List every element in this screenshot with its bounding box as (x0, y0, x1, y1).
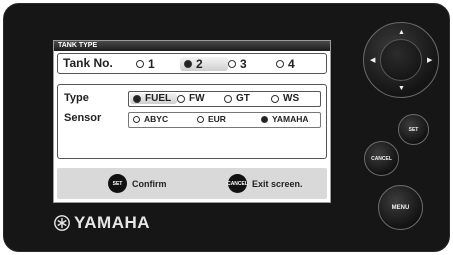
type-option-fw[interactable]: FW (177, 93, 224, 104)
brand-name: YAMAHA (74, 213, 151, 232)
radio-dot-icon (224, 94, 232, 103)
type-option-fuel[interactable]: FUEL (130, 93, 177, 104)
arrow-up-icon[interactable]: ▲ (398, 29, 405, 36)
tank-option-2[interactable]: 2 (180, 57, 228, 71)
type-options: FUEL FW GT WS (130, 93, 318, 104)
cancel-button-icon: CANCEL (227, 174, 248, 193)
tank-number-label: Tank No. (63, 56, 113, 70)
display-screen: TANK TYPE Tank No. 1 2 3 4 Type FUEL FW … (53, 40, 331, 203)
tank-number-row: Tank No. 1 2 3 4 (57, 53, 327, 74)
radio-dot-icon (177, 94, 185, 103)
yamaha-logo: YAMAHA (54, 213, 150, 233)
type-selector: FUEL FW GT WS (128, 91, 321, 107)
dpad-center-button[interactable] (380, 39, 422, 81)
sensor-option-abyc[interactable]: ABYC (133, 114, 197, 124)
type-option-label: FUEL (145, 93, 172, 104)
sensor-option-eur[interactable]: EUR (197, 114, 261, 124)
exit-hint: CANCEL Exit screen. (227, 174, 303, 193)
type-option-gt[interactable]: GT (224, 93, 271, 104)
exit-hint-label: Exit screen. (252, 178, 303, 189)
sensor-option-label: EUR (208, 114, 226, 124)
arrow-right-icon[interactable]: ▶ (427, 57, 432, 64)
menu-button[interactable]: MENU (378, 185, 423, 230)
radio-dot-selected-icon (261, 115, 268, 123)
sensor-selector: ABYC EUR YAMAHA (128, 112, 321, 128)
tank-option-label: 1 (148, 57, 155, 71)
tank-option-label: 4 (288, 57, 295, 71)
arrow-left-icon[interactable]: ◀ (370, 57, 375, 64)
sensor-option-yamaha[interactable]: YAMAHA (261, 114, 325, 124)
radio-dot-icon (228, 60, 236, 68)
tank-option-4[interactable]: 4 (276, 57, 324, 71)
sensor-option-label: ABYC (144, 114, 169, 124)
tank-option-3[interactable]: 3 (228, 57, 276, 71)
cancel-button[interactable]: CANCEL (364, 141, 399, 176)
type-option-label: WS (283, 93, 300, 104)
screen-title: TANK TYPE (54, 41, 330, 51)
radio-dot-icon (133, 115, 140, 123)
directional-pad[interactable]: ▲ ▼ ◀ ▶ (363, 22, 439, 98)
radio-dot-icon (271, 94, 279, 103)
sensor-option-label: YAMAHA (272, 114, 309, 124)
settings-box: Type FUEL FW GT WS Sensor ABYC EUR YAMAH… (57, 84, 327, 159)
set-button-icon: SET (108, 174, 127, 193)
type-option-ws[interactable]: WS (271, 93, 318, 104)
type-option-label: FW (189, 93, 205, 104)
tank-option-1[interactable]: 1 (136, 57, 184, 71)
confirm-hint: SET Confirm (108, 174, 167, 193)
sensor-label: Sensor (64, 112, 102, 124)
tuning-fork-emblem-icon (54, 215, 70, 231)
confirm-hint-label: Confirm (132, 178, 167, 189)
arrow-down-icon[interactable]: ▼ (398, 85, 405, 92)
radio-dot-icon (276, 60, 284, 68)
radio-dot-icon (136, 60, 144, 68)
tank-option-label: 2 (196, 57, 203, 71)
tank-option-label: 3 (240, 57, 247, 71)
screen-footer: SET Confirm CANCEL Exit screen. (57, 168, 327, 199)
type-label: Type (64, 92, 89, 104)
tank-number-options: 1 2 3 4 (136, 57, 324, 71)
radio-dot-icon (197, 115, 204, 123)
radio-dot-selected-icon (133, 94, 141, 103)
set-button[interactable]: SET (398, 114, 429, 145)
sensor-options: ABYC EUR YAMAHA (133, 114, 325, 124)
type-option-label: GT (236, 93, 250, 104)
radio-dot-selected-icon (184, 60, 192, 68)
